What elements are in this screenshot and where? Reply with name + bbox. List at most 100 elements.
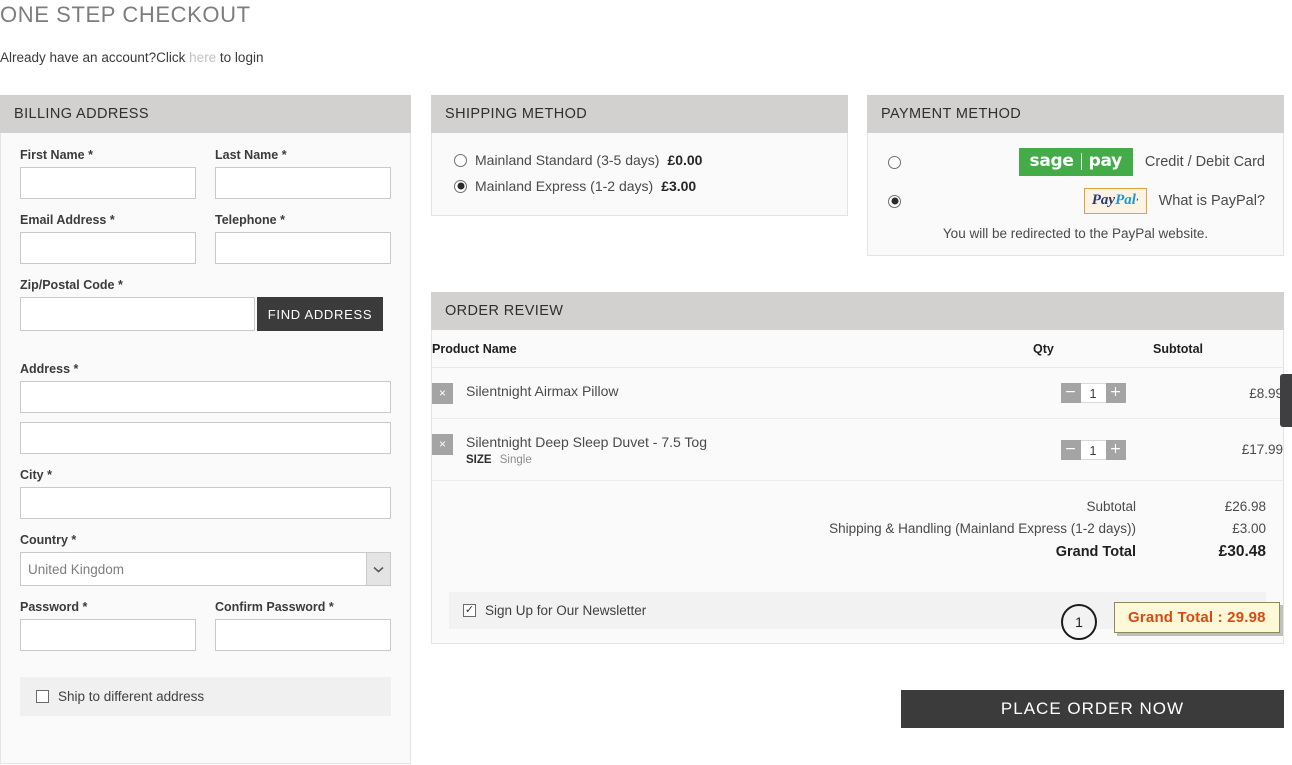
email-label: Email Address *: [20, 213, 115, 227]
city-input[interactable]: [20, 487, 391, 519]
totals-label: Subtotal: [1086, 499, 1136, 514]
telephone-label: Telephone *: [215, 213, 285, 227]
column-product-name: Product Name: [432, 330, 1033, 368]
country-group: Country * United Kingdom: [20, 532, 391, 586]
confirm-password-group: Confirm Password *: [215, 599, 391, 651]
zip-label: Zip/Postal Code *: [20, 278, 123, 292]
qty-increase-button[interactable]: +: [1105, 383, 1126, 403]
item-subtotal: £8.99: [1153, 367, 1283, 419]
address-line1-input[interactable]: [20, 381, 391, 413]
payment-option-paypal[interactable]: Pay Pal’ What is PayPal?: [868, 186, 1283, 216]
confirm-password-label: Confirm Password *: [215, 600, 334, 614]
annotation-callout: Grand Total : 29.98: [1114, 602, 1280, 633]
zip-group: Zip/Postal Code * FIND ADDRESS: [20, 277, 391, 331]
required-mark: *: [47, 468, 52, 482]
shipping-option-standard-price: £0.00: [667, 152, 703, 168]
place-order-button[interactable]: PLACE ORDER NOW: [901, 690, 1284, 728]
ship-to-different-address-row[interactable]: Ship to different address: [20, 677, 391, 716]
qty-decrease-button[interactable]: −: [1060, 439, 1081, 460]
shipping-radio-standard[interactable]: [454, 153, 467, 167]
shipping-option-standard[interactable]: Mainland Standard (3-5 days) £0.00: [432, 147, 847, 173]
name-row: First Name * Last Name *: [20, 147, 391, 199]
ship-to-different-checkbox[interactable]: [36, 690, 49, 703]
address-group: Address *: [20, 361, 391, 454]
newsletter-checkbox[interactable]: [463, 604, 476, 617]
login-prompt: Already have an account?Click here to lo…: [0, 50, 263, 65]
page-title: ONE STEP CHECKOUT: [0, 2, 251, 27]
payment-radio-paypal[interactable]: [888, 194, 901, 208]
country-select[interactable]: United Kingdom: [20, 552, 391, 586]
qty-decrease-button[interactable]: −: [1060, 383, 1081, 403]
zip-input[interactable]: [20, 297, 255, 331]
address-line2-input[interactable]: [20, 422, 391, 454]
login-prompt-suffix: to login: [219, 50, 264, 65]
login-prompt-prefix: Already have an account?Click: [0, 50, 186, 65]
confirm-password-input[interactable]: [215, 619, 391, 651]
telephone-input[interactable]: [215, 232, 391, 264]
payment-method-body: sage pay Credit / Debit Card Pay Pal’ Wha…: [867, 133, 1284, 256]
payment-option-sagepay[interactable]: sage pay Credit / Debit Card: [868, 146, 1283, 178]
last-name-input[interactable]: [215, 167, 391, 199]
paypal-logo-left: Pay: [1091, 192, 1116, 208]
login-here-link[interactable]: here: [189, 50, 216, 65]
shipping-option-express-price: £3.00: [661, 178, 697, 194]
country-select-wrap: United Kingdom: [20, 552, 391, 586]
billing-address-panel: BILLING ADDRESS First Name * Last Name *: [0, 95, 411, 764]
city-group: City *: [20, 467, 391, 519]
order-table-header-row: Product Name Qty Subtotal: [432, 330, 1283, 368]
qty-value[interactable]: 1: [1080, 439, 1106, 460]
email-input[interactable]: [20, 232, 196, 264]
column-qty: Qty: [1033, 330, 1153, 368]
totals-value: £3.00: [1232, 521, 1266, 536]
sagepay-logo-left: sage: [1029, 151, 1074, 171]
shipping-radio-express[interactable]: [454, 179, 467, 193]
country-label: Country *: [20, 533, 77, 547]
first-name-label: First Name *: [20, 148, 93, 162]
required-mark: *: [109, 213, 115, 227]
qty-value[interactable]: 1: [1080, 383, 1106, 403]
paypal-logo-icon: Pay Pal’: [1083, 188, 1147, 214]
table-row: × Silentnight Airmax Pillow − 1 + £8.99: [432, 367, 1283, 419]
product-name: Silentnight Deep Sleep Duvet - 7.5 Tog: [466, 434, 708, 450]
product-name: Silentnight Airmax Pillow: [466, 383, 619, 399]
newsletter-label: Sign Up for Our Newsletter: [485, 603, 647, 618]
first-name-group: First Name *: [20, 147, 196, 199]
payment-radio-sagepay[interactable]: [888, 155, 901, 169]
sagepay-logo-icon: sage pay: [1018, 148, 1133, 176]
side-tab-handle[interactable]: [1280, 374, 1292, 427]
find-address-button[interactable]: FIND ADDRESS: [257, 297, 383, 331]
shipping-method-panel: SHIPPING METHOD Mainland Standard (3-5 d…: [431, 95, 848, 216]
email-group: Email Address *: [20, 212, 196, 264]
sagepay-logo-right: pay: [1088, 151, 1123, 171]
contact-row: Email Address * Telephone *: [20, 212, 391, 264]
required-mark: *: [73, 362, 79, 376]
first-name-input[interactable]: [20, 167, 196, 199]
order-review-panel: ORDER REVIEW Product Name Qty Subtotal ×: [431, 292, 1284, 644]
ship-to-different-label: Ship to different address: [58, 689, 205, 704]
password-input[interactable]: [20, 619, 196, 651]
required-mark: *: [82, 600, 88, 614]
totals-value: £30.48: [1218, 543, 1266, 560]
totals-value: £26.98: [1224, 499, 1266, 514]
annotation-marker: 1: [1061, 604, 1097, 640]
sagepay-logo-divider: [1080, 153, 1082, 170]
product-option-value: Single: [499, 454, 532, 466]
order-items-table: Product Name Qty Subtotal × Silentnight …: [432, 330, 1283, 481]
shipping-option-express-label: Mainland Express (1-2 days): [475, 178, 654, 194]
telephone-group: Telephone *: [215, 212, 391, 264]
totals-label: Grand Total: [1055, 544, 1136, 560]
paypal-redirect-note: You will be redirected to the PayPal web…: [942, 226, 1209, 241]
table-row: × Silentnight Deep Sleep Duvet - 7.5 Tog…: [432, 418, 1283, 481]
remove-item-icon[interactable]: ×: [432, 434, 453, 455]
remove-item-icon[interactable]: ×: [432, 383, 453, 404]
payment-option-sagepay-label: Credit / Debit Card: [1144, 154, 1265, 170]
password-row: Password * Confirm Password *: [20, 599, 391, 651]
product-option: SIZE Single: [466, 454, 707, 466]
payment-option-paypal-label: What is PayPal?: [1158, 193, 1265, 209]
address-label: Address *: [20, 362, 79, 376]
shipping-option-express[interactable]: Mainland Express (1-2 days) £3.00: [432, 173, 847, 199]
item-subtotal: £17.99: [1153, 418, 1283, 481]
zip-row: FIND ADDRESS: [20, 297, 391, 331]
qty-increase-button[interactable]: +: [1105, 439, 1126, 460]
order-review-body: Product Name Qty Subtotal × Silentnight …: [431, 330, 1284, 644]
